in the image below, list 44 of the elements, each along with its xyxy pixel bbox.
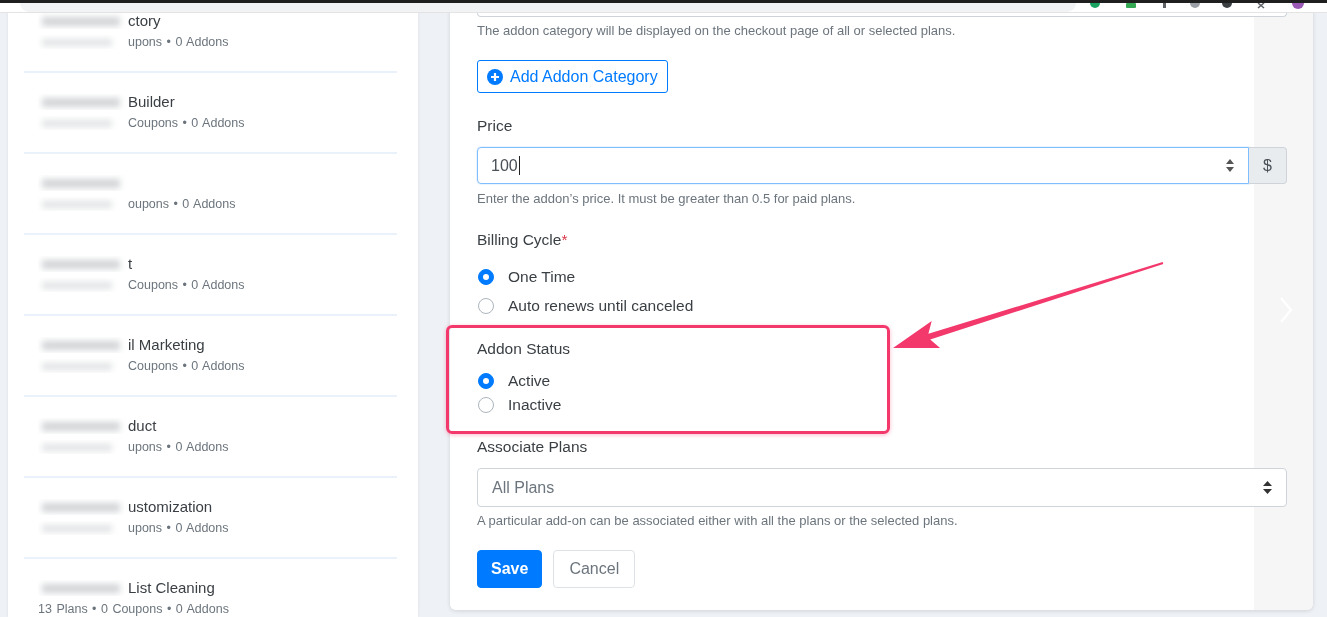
radio-button[interactable] [478,373,494,389]
plan-name[interactable]: il Marketing [128,337,205,353]
plan-name[interactable]: ustomization [128,499,213,515]
plan-name[interactable]: duct [128,418,157,434]
plan-stats: oupons • 0 Addons [128,197,236,211]
field-label: Addon Status [477,339,572,359]
plans-select[interactable]: All Plans [477,468,1287,507]
help-text: A particular add-on can be associated either with all the plans or the selected plans. [477,512,959,530]
avatar-icon[interactable] [1292,3,1304,9]
currency-label: $ [1249,147,1287,184]
field-label: Billing Cycle* [477,230,569,250]
extension-icon[interactable] [1256,3,1266,9]
add-category-button[interactable]: Add Addon Category [477,60,668,93]
select-field[interactable] [477,13,1287,17]
plan-stats: upons • 0 Addons [128,440,229,454]
option-label[interactable]: Auto renews until canceled [508,297,694,315]
plan-name[interactable]: List Cleaning [128,580,215,596]
plan-stats: upons • 0 Addons [128,35,229,49]
plan-stats: Coupons • 0 Addons [128,359,245,373]
spinner-arrows-icon[interactable] [1226,159,1234,172]
option-label[interactable]: Active [508,372,551,390]
radio-button[interactable] [478,298,494,314]
field-label: Associate Plans [477,437,589,457]
cancel-button[interactable]: Cancel [553,550,636,588]
field-label: Price [477,116,514,136]
price-input[interactable]: 100 [477,147,1249,184]
radio-button[interactable] [478,397,494,413]
help-text: The addon category will be displayed on the checkout page of all or selected plans. [477,22,957,40]
plan-stats: 13 Plans • 0 Coupons • 0 Addons [38,602,229,616]
option-label[interactable]: Inactive [508,396,562,414]
save-button[interactable]: Save [477,550,543,588]
plus-circle-icon [487,68,503,85]
plan-name[interactable]: Builder [128,94,175,110]
plan-stats: Coupons • 0 Addons [128,278,245,292]
extension-icon[interactable] [1222,3,1232,9]
plan-stats: Coupons • 0 Addons [128,116,245,130]
plan-name[interactable]: t [128,256,133,272]
text-cursor-icon [518,156,520,175]
radio-button[interactable] [478,269,494,285]
sort-caret-icon [1263,481,1272,494]
plan-stats: upons • 0 Addons [128,521,229,535]
option-label[interactable]: One Time [508,268,576,286]
help-text: Enter the addon’s price. It must be greater than 0.5 for paid plans. [477,190,857,208]
plan-name[interactable]: ctory [128,13,161,29]
